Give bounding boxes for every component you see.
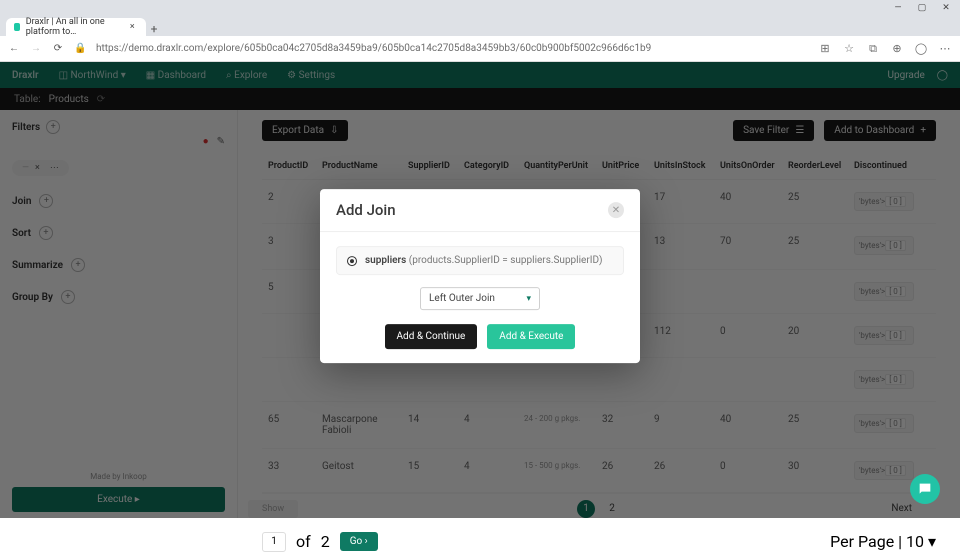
page-total: 2 — [321, 532, 330, 551]
chat-fab[interactable] — [910, 474, 940, 504]
go-button[interactable]: Go › — [340, 532, 378, 551]
nav-forward-icon[interactable]: → — [30, 43, 42, 54]
add-join-modal: Add Join ✕ suppliers (products.SupplierI… — [320, 189, 640, 363]
join-option[interactable]: suppliers (products.SupplierID = supplie… — [336, 246, 624, 275]
per-page-select[interactable]: Per Page | 10 ▾ — [830, 532, 936, 551]
join-type-value: Left Outer Join — [429, 293, 495, 304]
window-close[interactable]: ✕ — [940, 3, 952, 13]
reader-icon[interactable]: ⊞ — [818, 42, 832, 55]
window-minimize[interactable]: — — [892, 3, 904, 13]
modal-title: Add Join — [336, 201, 396, 219]
nav-back-icon[interactable]: ← — [8, 43, 20, 54]
profile-icon[interactable]: ◯ — [914, 42, 928, 55]
page-input[interactable] — [262, 532, 286, 552]
tab-title: Draxlr | An all in one platform to… — [26, 17, 121, 37]
menu-icon[interactable]: ⋯ — [938, 42, 952, 55]
modal-close-button[interactable]: ✕ — [608, 202, 624, 218]
favorite-icon[interactable]: ☆ — [842, 42, 856, 55]
add-execute-button[interactable]: Add & Execute — [487, 324, 575, 349]
favicon — [14, 23, 20, 31]
page-of-label: of — [296, 532, 311, 551]
window-maximize[interactable]: ▢ — [916, 3, 928, 13]
add-continue-button[interactable]: Add & Continue — [385, 324, 478, 349]
tab-close-icon[interactable]: × — [126, 22, 138, 32]
address-bar[interactable]: https://demo.draxlr.com/explore/605b0ca0… — [96, 43, 808, 54]
join-type-select[interactable]: Left Outer Join ▾ — [420, 287, 540, 310]
chat-icon — [917, 481, 933, 497]
chevron-down-icon: ▾ — [526, 294, 531, 304]
join-table-name: suppliers — [365, 255, 406, 266]
collections-icon[interactable]: ⧉ — [866, 42, 880, 56]
new-tab-button[interactable]: + — [146, 22, 162, 36]
lock-icon: 🔒 — [74, 43, 86, 54]
join-expression: (products.SupplierID = suppliers.Supplie… — [409, 255, 603, 266]
browser-tab[interactable]: Draxlr | An all in one platform to… × — [6, 18, 146, 36]
extensions-icon[interactable]: ⊕ — [890, 42, 904, 55]
radio-selected-icon — [347, 256, 357, 266]
nav-reload-icon[interactable]: ⟳ — [52, 43, 64, 54]
